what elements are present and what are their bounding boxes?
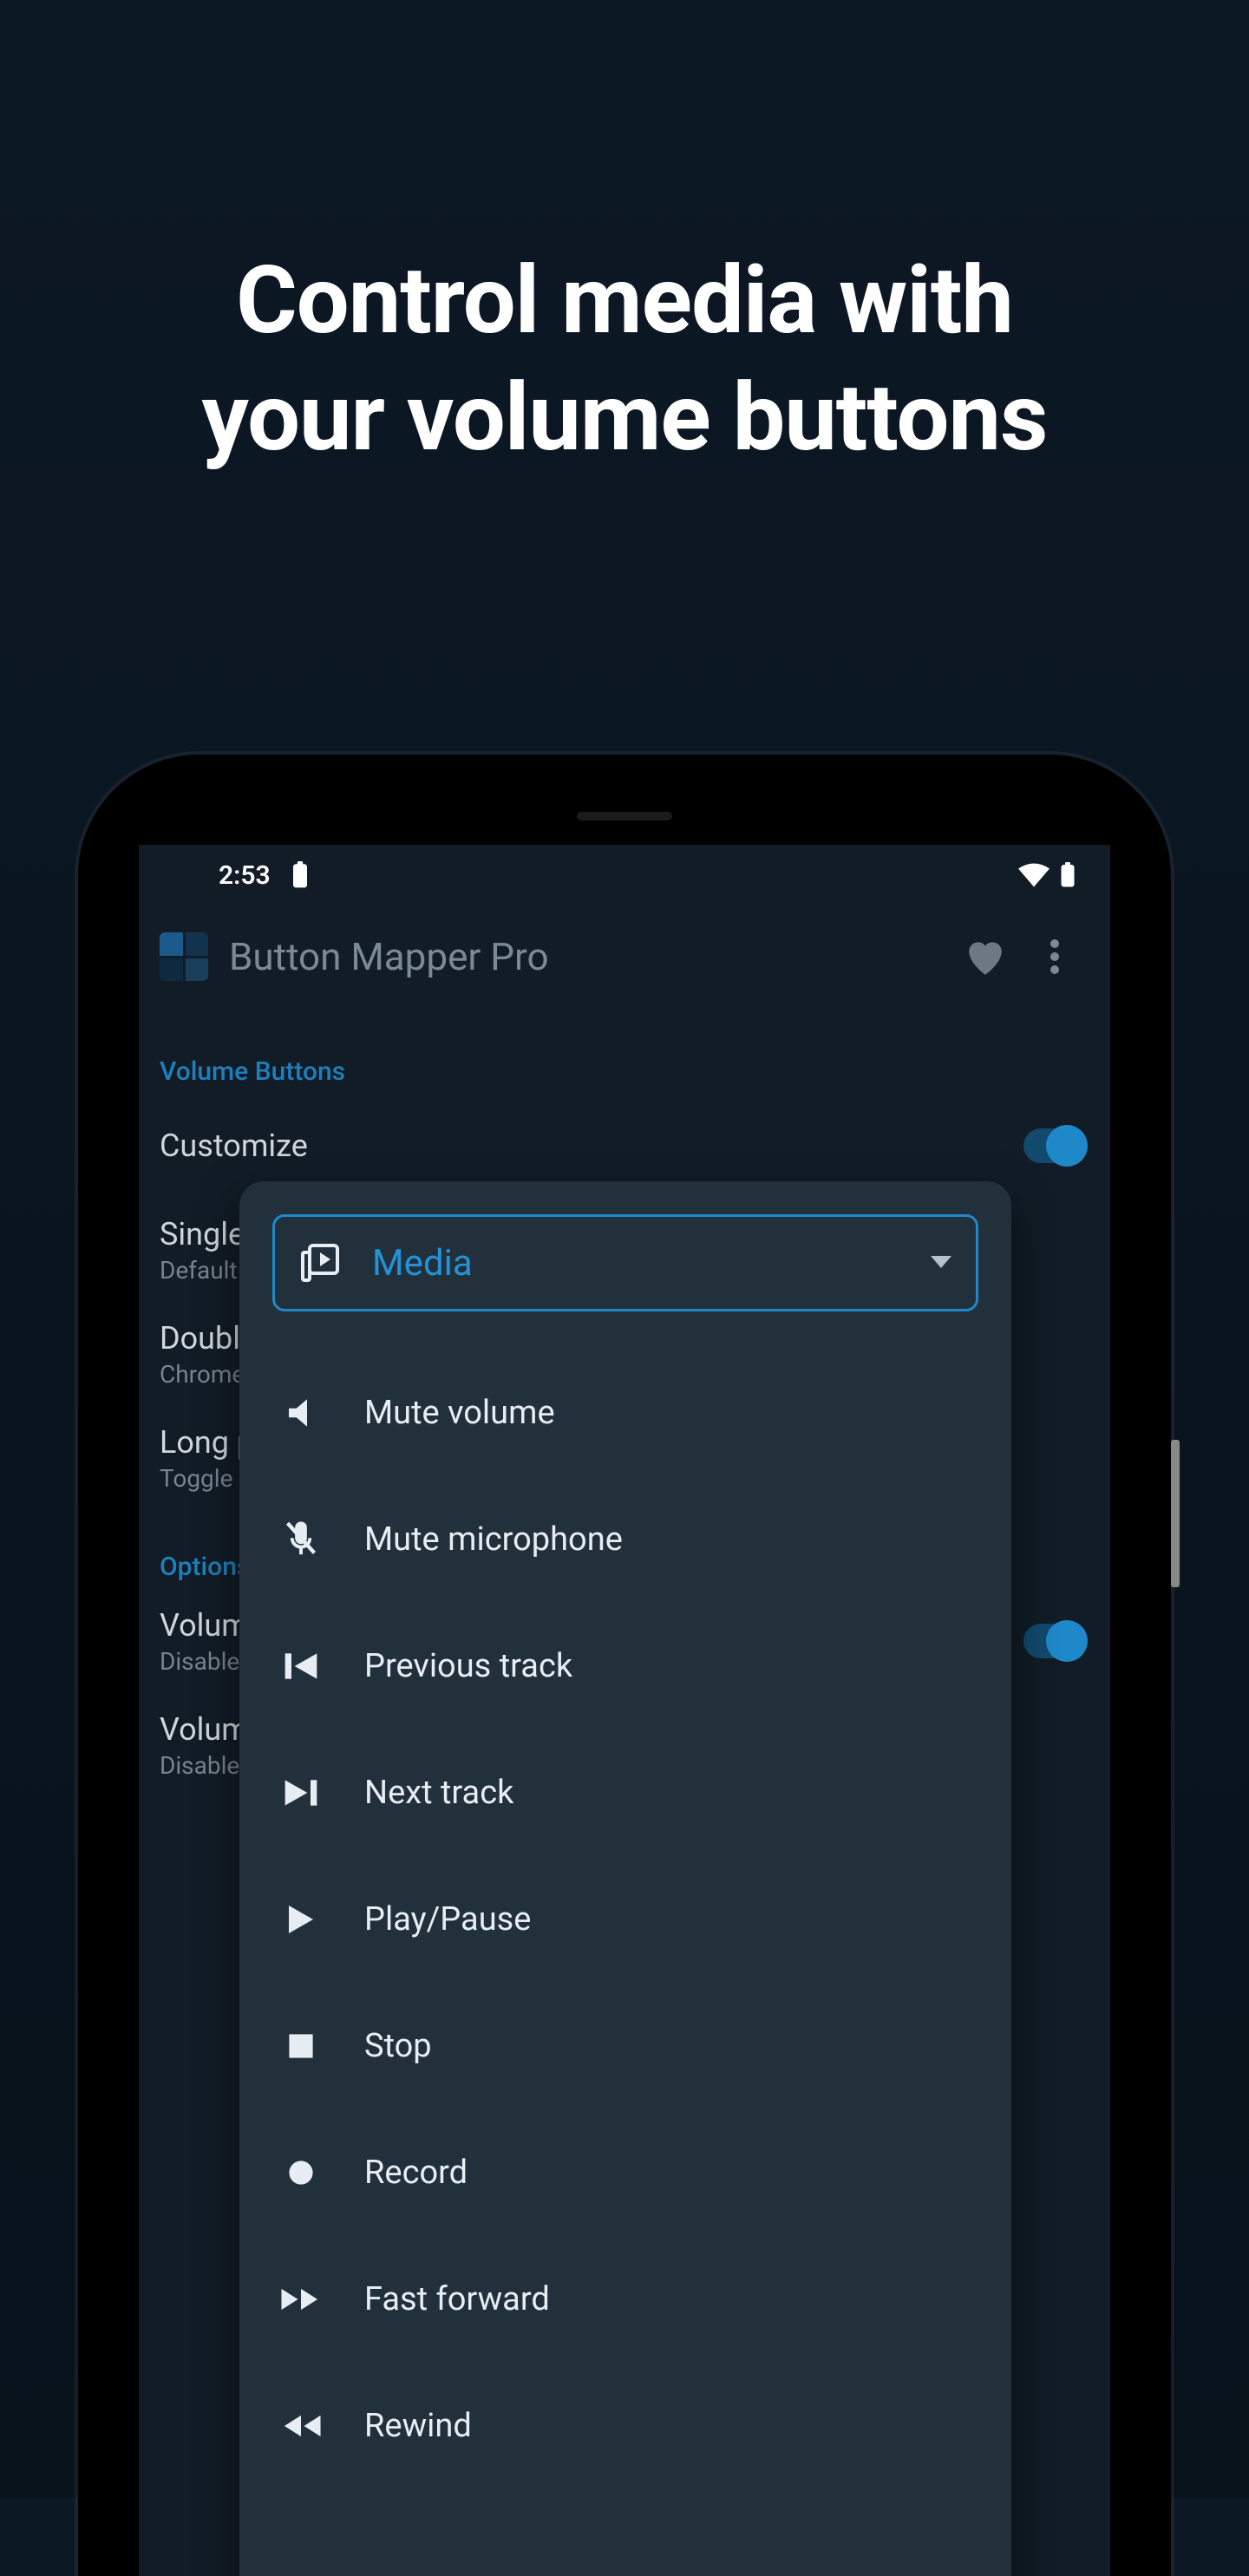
stop-icon [272,2031,330,2061]
menu-item-label: Play/Pause [364,1900,531,1939]
menu-item-rewind[interactable]: Rewind [239,2363,1011,2489]
battery-icon [1060,862,1076,888]
battery-icon [291,861,309,889]
menu-item-mute-microphone[interactable]: Mute microphone [239,1476,1011,1603]
app-screen: 2:53 Button Mapper Pro [139,845,1110,2576]
toggle-switch[interactable] [1023,1128,1084,1163]
menu-item-label: Record [364,2154,468,2192]
section-title-volume: Volume Buttons [160,1056,1089,1087]
menu-item-fast-forward[interactable]: Fast forward [239,2236,1011,2363]
menu-item-label: Stop [364,2027,432,2065]
fast-forward-icon [272,2284,330,2315]
prev-track-icon [272,1649,330,1684]
phone-power-button [1171,1440,1180,1587]
wifi-icon [1018,863,1050,887]
favorite-button[interactable] [951,922,1020,991]
headline-line2: your volume buttons [202,363,1048,473]
menu-item-label: Fast forward [364,2280,550,2318]
mute-mic-icon [272,1519,330,1560]
status-bar: 2:53 [139,845,1110,906]
menu-item-label: Previous track [364,1647,572,1685]
menu-item-label: Mute volume [364,1394,555,1432]
app-bar: Button Mapper Pro [139,906,1110,1008]
statusbar-time: 2:53 [219,860,271,891]
rewind-icon [272,2410,330,2442]
play-pause-icon [272,1902,330,1937]
menu-item-play-pause[interactable]: Play/Pause [239,1856,1011,1983]
menu-item-mute-volume[interactable]: Mute volume [239,1350,1011,1476]
menu-item-previous-track[interactable]: Previous track [239,1603,1011,1729]
toggle-switch[interactable] [1023,1624,1084,1658]
app-title: Button Mapper Pro [229,934,951,979]
category-dropdown[interactable]: Media [272,1214,978,1311]
dropdown-label: Media [372,1242,931,1285]
next-track-icon [272,1775,330,1810]
record-icon [272,2158,330,2187]
media-actions-popup: Media Mute volume Mute microphone [239,1181,1011,2576]
media-library-icon [299,1242,341,1284]
phone-frame: 2:53 Button Mapper Pro [78,755,1171,2576]
menu-item-stop[interactable]: Stop [239,1983,1011,2109]
menu-item-record[interactable]: Record [239,2109,1011,2236]
headline-line1: Control media with [236,246,1013,356]
menu-item-label: Rewind [364,2407,472,2445]
overflow-menu-button[interactable] [1020,922,1089,991]
phone-speaker [577,812,672,821]
menu-item-next-track[interactable]: Next track [239,1729,1011,1856]
mute-volume-icon [272,1395,330,1431]
chevron-down-icon [931,1256,951,1270]
row-title: Customize [160,1128,1023,1164]
menu-item-label: Mute microphone [364,1520,623,1559]
app-icon [160,932,208,981]
menu-item-label: Next track [364,1774,513,1812]
promo-headline: Control media with your volume buttons [0,243,1249,477]
